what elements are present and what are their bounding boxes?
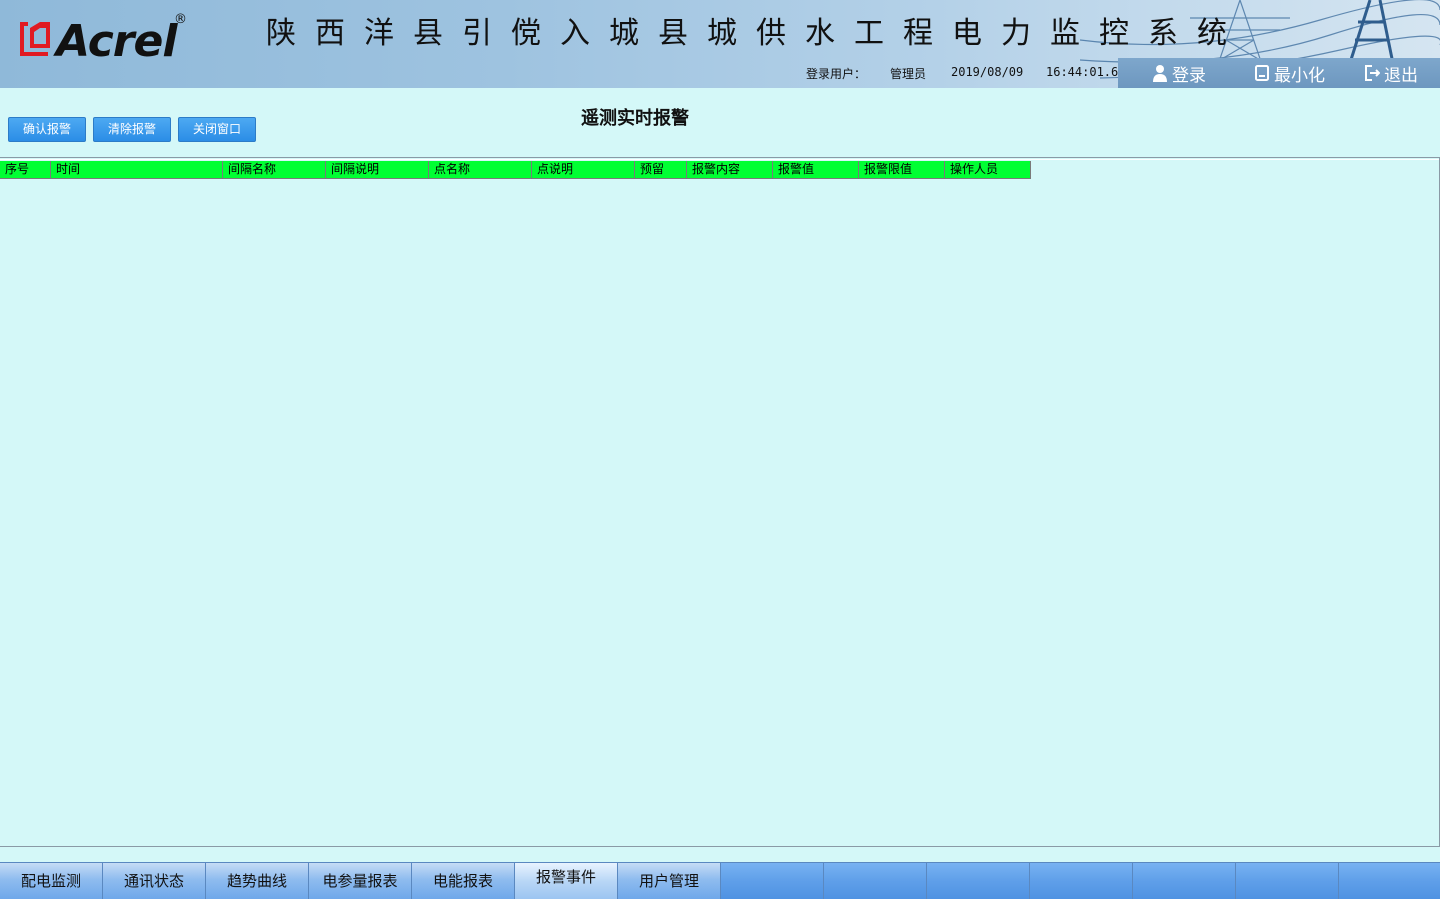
logo-registered-mark: ® [174, 12, 187, 27]
column-header-point-description[interactable]: 点说明 [532, 161, 635, 179]
exit-icon [1365, 65, 1380, 81]
login-label: 登录 [1172, 65, 1206, 86]
close-window-button[interactable]: 关闭窗口 [178, 117, 256, 142]
tab-empty[interactable] [1339, 862, 1440, 899]
column-header-point-name[interactable]: 点名称 [429, 161, 532, 179]
clear-alarm-button[interactable]: 清除报警 [93, 117, 171, 142]
minimize-button[interactable]: 最小化 [1254, 62, 1325, 86]
column-header-bay-description[interactable]: 间隔说明 [326, 161, 429, 179]
login-user-label: 登录用户： [806, 67, 867, 81]
tab-communication-status[interactable]: 通讯状态 [103, 862, 206, 899]
table-header-row: 序号 时间 间隔名称 间隔说明 点名称 点说明 预留 报警内容 报警值 报警限值… [0, 161, 1031, 179]
column-header-alarm-content[interactable]: 报警内容 [687, 161, 773, 179]
app-header: Acrel ® 陕西洋县引傥入城县城供水工程电力监控系统 登录用户： 管理员 2… [0, 0, 1440, 88]
user-name: 管理员 [890, 67, 927, 81]
acrel-logo-mark-icon [20, 22, 50, 56]
logo-text: Acrel [56, 16, 177, 67]
column-header-time[interactable]: 时间 [51, 161, 223, 179]
system-title: 陕西洋县引傥入城县城供水工程电力监控系统 [266, 16, 1246, 51]
minimize-label: 最小化 [1274, 65, 1325, 86]
column-header-alarm-limit[interactable]: 报警限值 [859, 161, 945, 179]
header-actions: 登录 最小化 退出 [1118, 58, 1440, 88]
column-header-index[interactable]: 序号 [0, 161, 51, 179]
exit-button[interactable]: 退出 [1364, 62, 1418, 86]
user-icon [1153, 65, 1167, 82]
bottom-tab-bar: 配电监测 通讯状态 趋势曲线 电参量报表 电能报表 报警事件 用户管理 [0, 862, 1440, 899]
column-header-operator[interactable]: 操作人员 [945, 161, 1031, 179]
current-date: 2019/08/09 [951, 65, 1024, 79]
tab-empty[interactable] [1030, 862, 1133, 899]
page-title: 遥测实时报警 [581, 108, 689, 129]
tab-empty[interactable] [721, 862, 824, 899]
tab-empty[interactable] [927, 862, 1030, 899]
column-header-alarm-value[interactable]: 报警值 [773, 161, 859, 179]
tab-power-monitoring[interactable]: 配电监测 [0, 862, 103, 899]
tab-empty[interactable] [1133, 862, 1236, 899]
current-time: 16:44:01.6 [1046, 65, 1119, 79]
acrel-logo: Acrel ® [18, 12, 198, 67]
tab-energy-report[interactable]: 电能报表 [412, 862, 515, 899]
tab-alarm-events[interactable]: 报警事件 [515, 862, 618, 899]
tab-trend-curve[interactable]: 趋势曲线 [206, 862, 309, 899]
exit-label: 退出 [1384, 65, 1418, 86]
tab-empty[interactable] [1236, 862, 1339, 899]
tab-user-management[interactable]: 用户管理 [618, 862, 721, 899]
column-header-bay-name[interactable]: 间隔名称 [223, 161, 326, 179]
alarm-table: 序号 时间 间隔名称 间隔说明 点名称 点说明 预留 报警内容 报警值 报警限值… [0, 157, 1440, 847]
login-button[interactable]: 登录 [1152, 62, 1206, 86]
status-strip: 登录用户： 管理员 2019/08/09 16:44:01.6 [790, 60, 1130, 86]
confirm-alarm-button[interactable]: 确认报警 [8, 117, 86, 142]
minimize-icon [1255, 65, 1269, 81]
column-header-reserved[interactable]: 预留 [635, 161, 687, 179]
tab-empty[interactable] [824, 862, 927, 899]
tab-electrical-report[interactable]: 电参量报表 [309, 862, 412, 899]
